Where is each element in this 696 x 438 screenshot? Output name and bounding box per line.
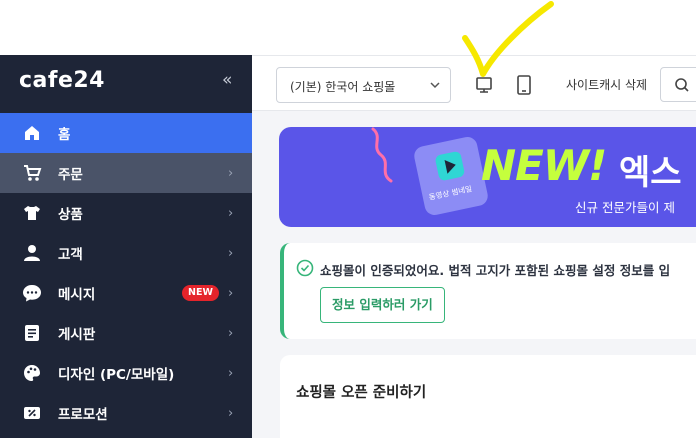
sidebar-header: cafe24 « [0,55,252,111]
topbar: (기본) 한국어 쇼핑몰 사이트캐시 삭제 [252,55,696,111]
sidebar-item-customer[interactable]: 고객 › [0,233,252,273]
prep-title: 쇼핑몰 오픈 준비하기 [296,385,427,401]
notice-message: 쇼핑몰이 인증되었어요. 법적 고지가 포함된 쇼핑몰 설정 정보를 입 [320,263,671,278]
sidebar-item-order[interactable]: 주문 › [0,153,252,193]
check-circle-icon [296,259,314,277]
cafe24-logo[interactable]: cafe24 [19,68,105,93]
sidebar-item-label: 프로모션 [58,407,108,423]
play-icon [434,150,466,182]
person-icon [24,245,40,261]
chat-icon [23,285,41,302]
banner-headline: NEW! [481,141,607,190]
chevron-right-icon: › [228,245,234,261]
cart-icon [24,165,42,181]
sidebar: cafe24 « 홈 주문 › 상품 › 고객 › 메시지 NEW › 게시판 … [0,55,252,438]
sidebar-item-label: 고객 [58,247,83,263]
main-content: 동영상 썸네일 NEW! 엑스 신규 전문가들이 제 쇼핑몰이 인증되었어요. … [252,111,696,438]
verification-notice: 쇼핑몰이 인증되었어요. 법적 고지가 포함된 쇼핑몰 설정 정보를 입 정보 … [280,243,696,339]
clear-site-cache-button[interactable]: 사이트캐시 삭제 [566,76,647,93]
admin-screen: cafe24 « 홈 주문 › 상품 › 고객 › 메시지 NEW › 게시판 … [0,0,696,438]
palette-icon [24,365,40,381]
sidebar-item-board[interactable]: 게시판 › [0,313,252,353]
tshirt-icon [24,206,40,220]
search-input[interactable] [660,67,696,102]
card-label: 동영상 썸네일 [428,184,473,202]
chevron-right-icon: › [228,285,234,301]
sidebar-item-label: 메시지 [58,287,96,303]
sidebar-item-label: 주문 [58,167,83,183]
coupon-icon [24,407,40,419]
chevron-right-icon: › [228,365,234,381]
sidebar-item-label: 홈 [58,127,71,143]
sidebar-item-product[interactable]: 상품 › [0,193,252,233]
video-thumbnail-card: 동영상 썸네일 [412,135,490,217]
sidebar-item-label: 게시판 [58,327,96,343]
sidebar-item-label: 디자인 (PC/모바일) [58,367,175,383]
chevron-right-icon: › [228,405,234,421]
banner-headline-word: 엑스 [619,153,682,193]
sidebar-item-home[interactable]: 홈 [0,113,252,153]
shop-open-prep-card: 쇼핑몰 오픈 준비하기 [280,355,696,438]
banner-subtitle: 신규 전문가들이 제 [575,200,675,215]
sidebar-item-label: 상품 [58,207,83,223]
chevron-right-icon: › [228,165,234,181]
promo-banner[interactable]: 동영상 썸네일 NEW! 엑스 신규 전문가들이 제 [279,127,696,227]
home-icon [25,126,39,140]
squiggle-decoration [371,127,393,183]
search-icon [675,78,689,92]
sidebar-item-promotion[interactable]: 프로모션 › [0,393,252,433]
chevron-right-icon: › [228,325,234,341]
chevron-down-icon [430,82,440,89]
board-icon [25,325,39,341]
new-badge: NEW [182,285,219,301]
pc-view-icon[interactable] [474,75,494,95]
mobile-view-icon[interactable] [514,74,534,96]
chevron-right-icon: › [228,205,234,221]
sidebar-item-message[interactable]: 메시지 NEW › [0,273,252,313]
sidebar-item-design[interactable]: 디자인 (PC/모바일) › [0,353,252,393]
shop-select-dropdown[interactable]: (기본) 한국어 쇼핑몰 [276,67,451,103]
shop-select-value: (기본) 한국어 쇼핑몰 [290,80,396,94]
collapse-sidebar-button[interactable]: « [222,70,232,90]
enter-info-button[interactable]: 정보 입력하러 가기 [320,287,445,323]
